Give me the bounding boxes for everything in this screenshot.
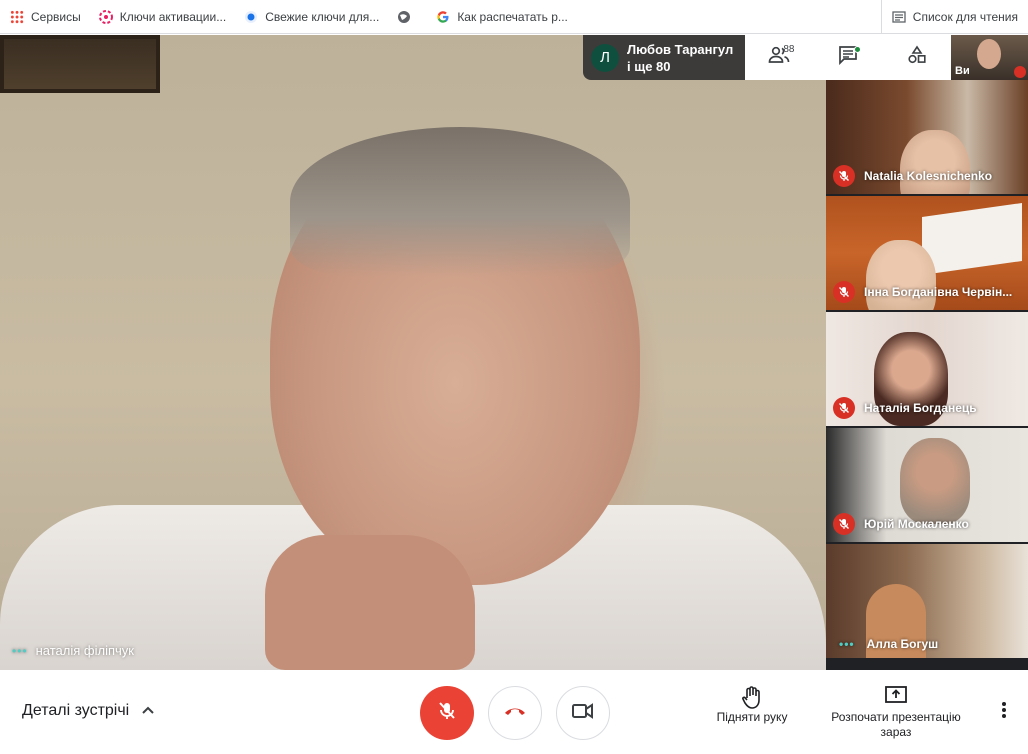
participant-name-label: Natalia Kolesnichenko bbox=[833, 165, 992, 187]
participant-name: Інна Богданівна Червін... bbox=[864, 285, 1013, 299]
bookmark-globe[interactable] bbox=[397, 10, 418, 24]
participant-name: Алла Богуш bbox=[866, 637, 939, 651]
bookmark-label: Сервисы bbox=[31, 9, 81, 24]
audio-activity-icon: ••• bbox=[839, 637, 855, 651]
avatar: Л bbox=[591, 43, 619, 72]
participant-tiles: Natalia Kolesnichenko Інна Богданівна Че… bbox=[826, 80, 1028, 670]
participant-name: Юрій Москаленко bbox=[864, 517, 969, 531]
speaker-name: наталія філіпчук bbox=[35, 643, 134, 658]
participant-name-label: ••• Алла Богуш bbox=[833, 637, 938, 651]
participants-chip[interactable]: Л Любов Тарангул і ще 80 bbox=[583, 35, 745, 80]
participant-name: Natalia Kolesnichenko bbox=[864, 169, 993, 183]
participant-more-count: і ще 80 bbox=[627, 58, 671, 74]
leave-call-button[interactable] bbox=[488, 686, 542, 740]
present-now-label: Розпочати презентацію зараз bbox=[831, 710, 961, 739]
new-message-dot bbox=[853, 45, 861, 53]
participant-tile[interactable]: Natalia Kolesnichenko bbox=[826, 80, 1028, 194]
participant-name: Наталія Богданець bbox=[864, 401, 977, 415]
meeting-details-label: Деталі зустрічі bbox=[22, 702, 130, 719]
camera-toggle-button[interactable] bbox=[556, 686, 610, 740]
participant-name: Любов Тарангул bbox=[627, 41, 734, 57]
mic-muted-icon bbox=[833, 513, 855, 535]
participant-tile[interactable]: Наталія Богданець bbox=[826, 312, 1028, 426]
bookmark-activation-keys[interactable]: Ключи активации... bbox=[98, 9, 227, 24]
mic-muted-icon bbox=[1014, 66, 1026, 78]
bookmark-label: Свежие ключи для... bbox=[265, 9, 380, 24]
more-options-button[interactable] bbox=[992, 700, 1016, 724]
participant-name-label: Наталія Богданець bbox=[833, 397, 977, 419]
chat-button[interactable] bbox=[833, 43, 863, 73]
activities-button[interactable] bbox=[902, 43, 932, 73]
camera-icon bbox=[572, 702, 594, 724]
participant-face bbox=[900, 438, 970, 524]
apps-grid-icon bbox=[10, 9, 24, 24]
mic-off-icon bbox=[436, 700, 458, 727]
people-count-badge: 88 bbox=[783, 43, 795, 55]
globe-icon bbox=[397, 10, 411, 24]
present-screen-icon bbox=[885, 686, 907, 710]
bookmark-label: Ключи активации... bbox=[119, 9, 227, 24]
mic-muted-icon bbox=[833, 281, 855, 303]
people-button[interactable]: 88 bbox=[764, 43, 794, 73]
participant-tile[interactable]: ••• Алла Богуш bbox=[826, 544, 1028, 658]
top-right-controls: 88 bbox=[745, 35, 951, 80]
participant-name-label: Юрій Москаленко bbox=[833, 513, 969, 535]
self-face bbox=[977, 39, 1001, 69]
raise-hand-button[interactable]: Підняти руку bbox=[708, 686, 796, 724]
participant-name-label: Інна Богданівна Червін... bbox=[833, 281, 1012, 303]
mic-muted-icon bbox=[833, 165, 855, 187]
reading-list-label: Список для чтения bbox=[912, 10, 1018, 24]
hand-icon bbox=[741, 686, 763, 710]
main-speaker-video[interactable]: ••• наталія філіпчук bbox=[0, 35, 826, 670]
self-view-tile[interactable]: Ви bbox=[951, 35, 1028, 80]
bookmark-how-to-print[interactable]: Как распечатать р... bbox=[436, 10, 568, 24]
embroidered-towel bbox=[922, 202, 1022, 276]
meet-window: Сервисы Ключи активации... Свежие ключи … bbox=[0, 0, 1028, 754]
globe-blue-icon bbox=[244, 10, 258, 24]
present-now-button[interactable]: Розпочати презентацію зараз bbox=[822, 686, 970, 740]
speaker-hair bbox=[290, 127, 630, 277]
chevron-up-icon bbox=[141, 702, 155, 720]
reading-list-button[interactable]: Список для чтения bbox=[880, 0, 1018, 34]
bottom-control-bar: Деталі зустрічі Підняти руку Розпочати п… bbox=[0, 670, 1028, 754]
meeting-details-button[interactable]: Деталі зустрічі bbox=[22, 702, 155, 720]
reading-list-icon bbox=[892, 10, 906, 24]
more-vert-icon bbox=[1001, 701, 1007, 724]
bookmark-services[interactable]: Сервисы bbox=[10, 9, 81, 24]
wall-picture-frame bbox=[0, 35, 160, 93]
flower-icon bbox=[98, 9, 113, 24]
audio-activity-icon: ••• bbox=[12, 643, 28, 658]
hang-up-icon bbox=[503, 704, 527, 722]
raise-hand-label: Підняти руку bbox=[716, 710, 788, 724]
self-label: Ви bbox=[955, 65, 970, 77]
google-g-icon bbox=[436, 10, 450, 24]
participant-tile[interactable]: Інна Богданівна Червін... bbox=[826, 196, 1028, 310]
mic-toggle-button[interactable] bbox=[420, 686, 474, 740]
participant-tile[interactable]: Юрій Москаленко bbox=[826, 428, 1028, 542]
speaker-name-label: ••• наталія філіпчук bbox=[12, 643, 134, 658]
bookmarks-bar: Сервисы Ключи активации... Свежие ключи … bbox=[0, 0, 1028, 34]
bookmark-label: Как распечатать р... bbox=[457, 9, 568, 24]
bookmark-fresh-keys[interactable]: Свежие ключи для... bbox=[244, 10, 379, 24]
activities-shapes-icon bbox=[907, 45, 927, 70]
mic-muted-icon bbox=[833, 397, 855, 419]
speaker-hand bbox=[265, 535, 475, 670]
